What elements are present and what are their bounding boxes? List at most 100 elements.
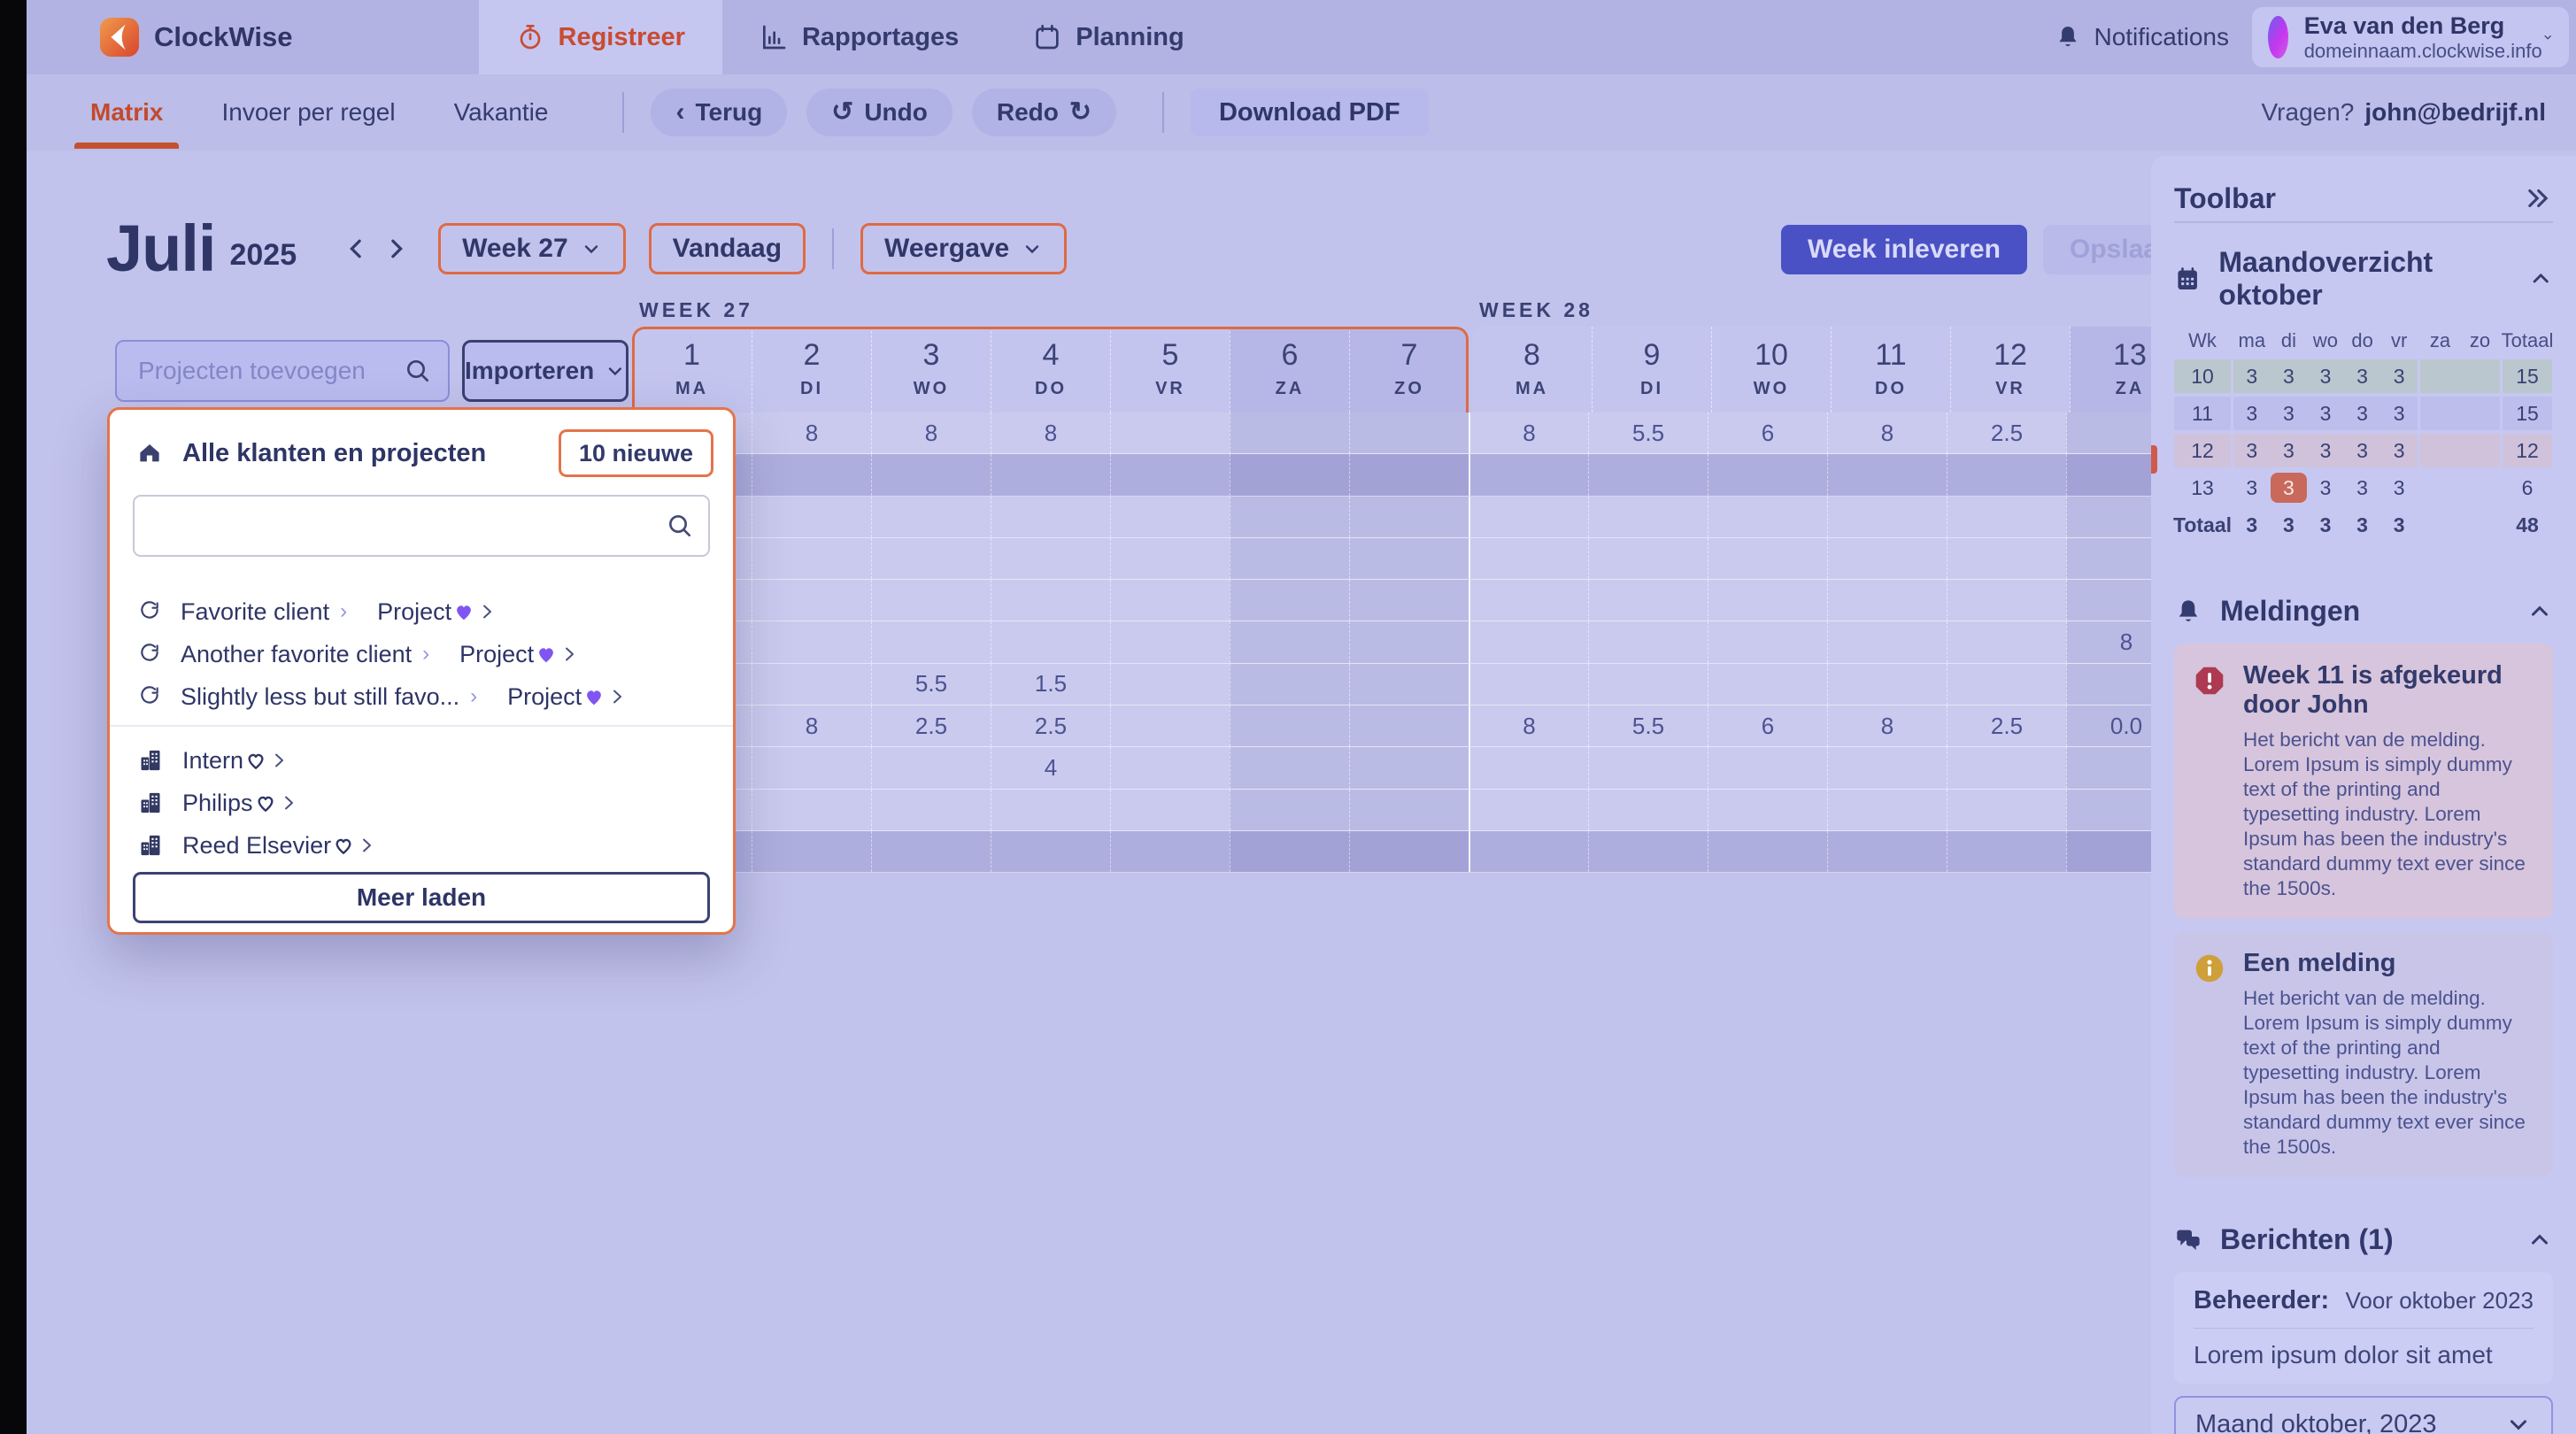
time-cell[interactable] xyxy=(1947,580,2066,621)
time-cell[interactable]: 8 xyxy=(1827,412,1947,453)
favorite-project-item[interactable]: Slightly less but still favo...›Project xyxy=(110,675,733,718)
panel-search-input[interactable] xyxy=(133,495,710,557)
time-cell[interactable] xyxy=(752,664,871,705)
time-cell[interactable] xyxy=(1230,747,1349,788)
time-cell[interactable] xyxy=(1110,621,1230,662)
time-cell[interactable] xyxy=(1708,831,1827,872)
time-cell[interactable]: 2.5 xyxy=(991,705,1110,746)
time-cell[interactable] xyxy=(752,497,871,537)
time-cell[interactable] xyxy=(2066,497,2151,537)
time-cell[interactable] xyxy=(2066,790,2151,830)
time-cell[interactable]: 6 xyxy=(1708,705,1827,746)
time-cell[interactable] xyxy=(1588,497,1708,537)
time-cell[interactable] xyxy=(1230,580,1349,621)
time-cell[interactable] xyxy=(1110,412,1230,453)
time-cell[interactable] xyxy=(1827,454,1947,495)
time-cell[interactable] xyxy=(1588,831,1708,872)
time-cell[interactable] xyxy=(1827,790,1947,830)
time-cell[interactable]: 2.5 xyxy=(871,705,991,746)
time-cell[interactable]: 8 xyxy=(752,412,871,453)
time-cell[interactable] xyxy=(991,580,1110,621)
time-cell[interactable] xyxy=(1230,621,1349,662)
time-cell[interactable]: 0.0 xyxy=(2066,705,2151,746)
time-cell[interactable] xyxy=(1708,538,1827,579)
time-cell[interactable] xyxy=(1469,454,1588,495)
time-cell[interactable]: 2.5 xyxy=(1947,412,2066,453)
time-cell[interactable] xyxy=(1349,580,1469,621)
heart-outline-icon[interactable] xyxy=(253,790,278,815)
time-cell[interactable] xyxy=(1947,621,2066,662)
time-cell[interactable] xyxy=(871,580,991,621)
time-cell[interactable] xyxy=(1469,747,1588,788)
time-cell[interactable] xyxy=(991,790,1110,830)
time-cell[interactable] xyxy=(2066,538,2151,579)
heart-filled-icon[interactable] xyxy=(534,642,559,667)
time-cell[interactable] xyxy=(1588,538,1708,579)
time-cell[interactable] xyxy=(1349,831,1469,872)
time-cell[interactable] xyxy=(1469,664,1588,705)
time-cell[interactable] xyxy=(1110,664,1230,705)
time-cell[interactable] xyxy=(1827,747,1947,788)
time-cell[interactable] xyxy=(1110,705,1230,746)
time-cell[interactable] xyxy=(1827,664,1947,705)
time-cell[interactable] xyxy=(1469,497,1588,537)
time-cell[interactable] xyxy=(871,831,991,872)
brand[interactable]: ClockWise xyxy=(99,17,293,58)
time-cell[interactable] xyxy=(871,747,991,788)
client-item[interactable]: Reed Elsevier xyxy=(110,824,733,867)
time-cell[interactable] xyxy=(1110,831,1230,872)
time-cell[interactable] xyxy=(1349,538,1469,579)
time-cell[interactable] xyxy=(1827,538,1947,579)
chevron-up-icon[interactable] xyxy=(2528,266,2553,292)
download-pdf-button[interactable]: Download PDF xyxy=(1191,89,1429,136)
time-cell[interactable] xyxy=(1588,621,1708,662)
time-cell[interactable] xyxy=(2066,580,2151,621)
time-cell[interactable] xyxy=(1827,621,1947,662)
time-cell[interactable] xyxy=(1947,747,2066,788)
help-email-link[interactable]: john@bedrijf.nl xyxy=(2364,98,2546,127)
time-cell[interactable] xyxy=(1947,454,2066,495)
time-cell[interactable] xyxy=(1708,664,1827,705)
time-cell[interactable] xyxy=(1469,621,1588,662)
time-cell[interactable] xyxy=(1947,497,2066,537)
time-cell[interactable] xyxy=(2066,412,2151,453)
time-cell[interactable] xyxy=(1947,831,2066,872)
time-cell[interactable] xyxy=(1588,580,1708,621)
collapse-sidebar-icon[interactable] xyxy=(2523,183,2553,213)
time-cell[interactable]: 8 xyxy=(1469,412,1588,453)
time-cell[interactable] xyxy=(871,497,991,537)
favorite-project-item[interactable]: Favorite client›Project xyxy=(110,590,733,633)
next-week-button[interactable] xyxy=(376,229,415,268)
time-cell[interactable]: 6 xyxy=(1708,412,1827,453)
time-cell[interactable]: 5.5 xyxy=(871,664,991,705)
time-cell[interactable] xyxy=(1588,790,1708,830)
time-cell[interactable] xyxy=(871,454,991,495)
tab-vakantie[interactable]: Vakantie xyxy=(443,74,559,150)
time-cell[interactable] xyxy=(991,454,1110,495)
time-cell[interactable] xyxy=(1708,790,1827,830)
time-cell[interactable]: 8 xyxy=(871,412,991,453)
time-cell[interactable] xyxy=(752,790,871,830)
time-cell[interactable] xyxy=(752,747,871,788)
chevron-right-icon[interactable] xyxy=(476,601,497,622)
today-button[interactable]: Vandaag xyxy=(649,223,806,274)
time-cell[interactable] xyxy=(1349,747,1469,788)
time-cell[interactable]: 8 xyxy=(752,705,871,746)
time-cell[interactable] xyxy=(1947,664,2066,705)
time-cell[interactable] xyxy=(1230,664,1349,705)
client-item[interactable]: Intern xyxy=(110,739,733,782)
import-button[interactable]: Importeren xyxy=(462,340,629,402)
time-cell[interactable] xyxy=(752,831,871,872)
notification-card-info[interactable]: Een melding Het bericht van de melding. … xyxy=(2174,931,2553,1177)
time-cell[interactable] xyxy=(1230,538,1349,579)
tab-matrix[interactable]: Matrix xyxy=(80,74,174,150)
time-cell[interactable] xyxy=(1708,747,1827,788)
time-cell[interactable]: 8 xyxy=(991,412,1110,453)
time-cell[interactable] xyxy=(1230,454,1349,495)
view-selector[interactable]: Weergave xyxy=(860,223,1067,274)
time-cell[interactable] xyxy=(871,790,991,830)
time-cell[interactable]: 5.5 xyxy=(1588,705,1708,746)
time-cell[interactable] xyxy=(2066,747,2151,788)
chevron-up-icon[interactable] xyxy=(2526,1227,2553,1253)
time-cell[interactable] xyxy=(1349,705,1469,746)
